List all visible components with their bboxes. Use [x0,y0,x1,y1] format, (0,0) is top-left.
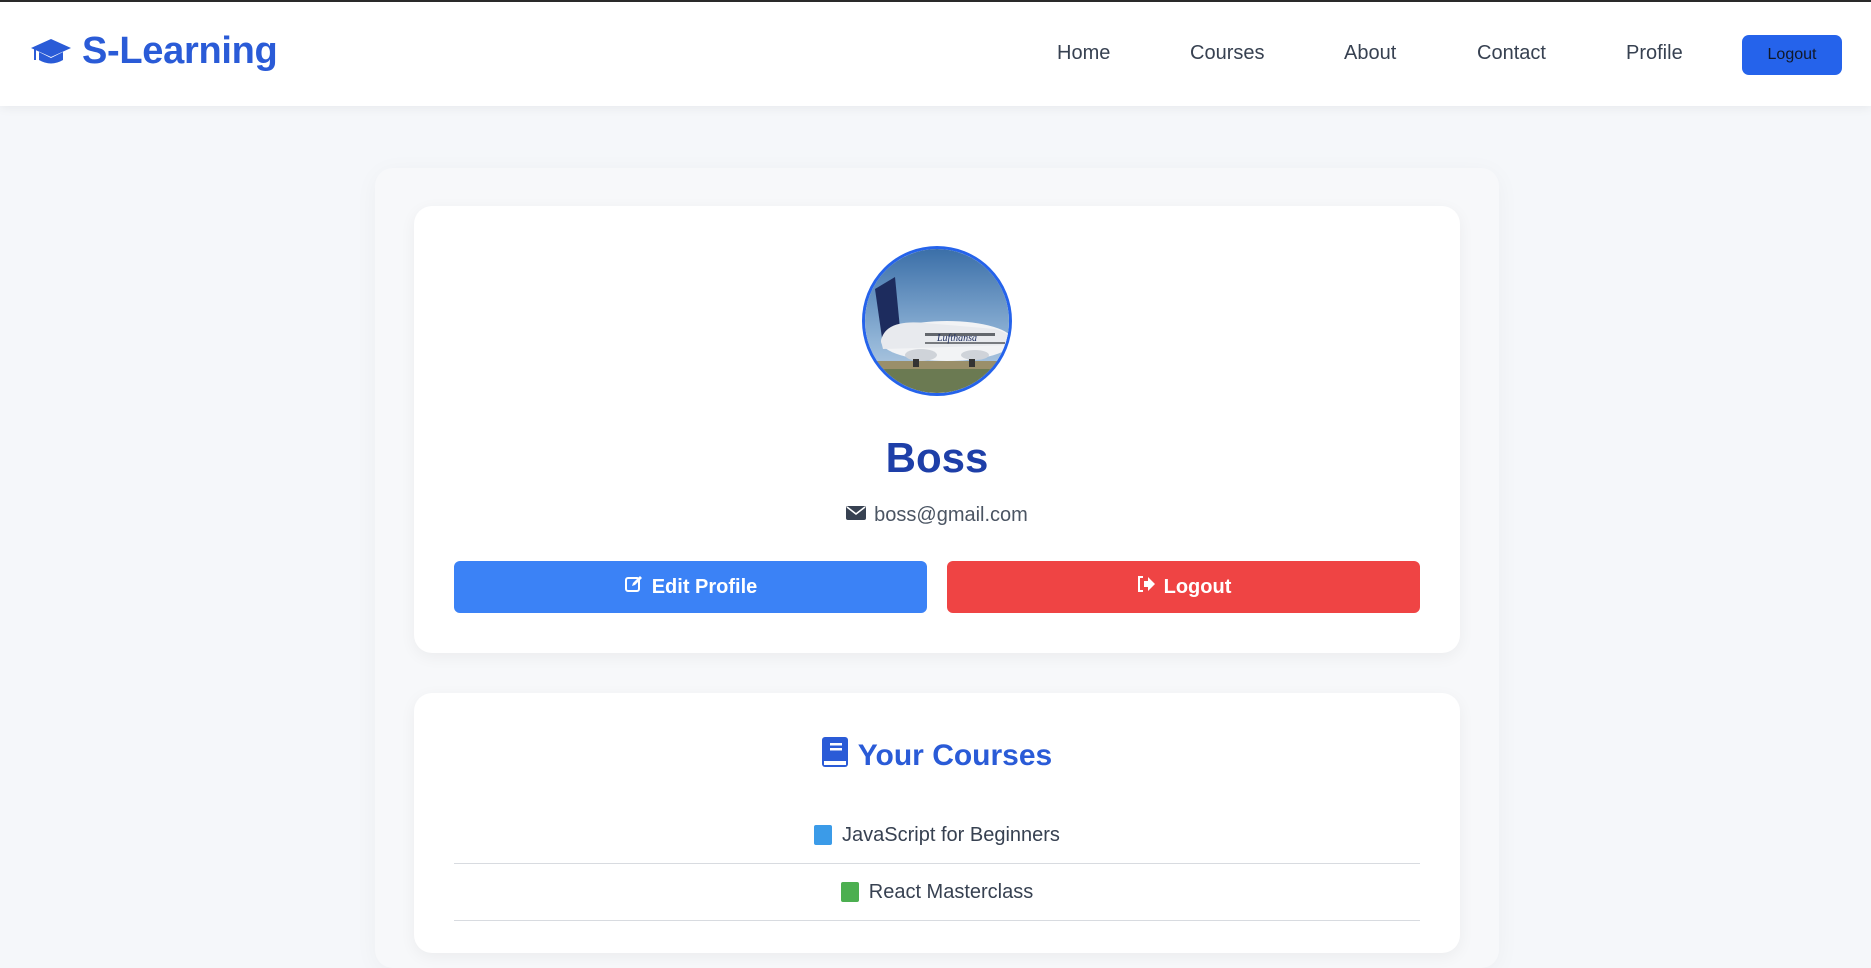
edit-icon [624,574,644,600]
courses-card: Your Courses JavaScript for Beginners Re… [414,693,1460,953]
avatar: Lufthansa [862,246,1012,396]
sign-out-icon [1136,575,1156,599]
courses-heading: Your Courses [414,737,1460,775]
nav-link-about[interactable]: About [1344,42,1396,65]
courses-title: Your Courses [857,739,1053,772]
nav-link-courses[interactable]: Courses [1190,42,1264,65]
green-book-icon [840,882,859,902]
nav-link-contact[interactable]: Contact [1477,42,1546,65]
book-icon [821,737,848,775]
graduation-cap-icon [30,34,72,70]
brand-logo[interactable]: S-Learning [30,30,278,73]
edit-profile-button[interactable]: Edit Profile [454,561,927,613]
course-item-label: JavaScript for Beginners [842,823,1060,846]
course-item[interactable]: JavaScript for Beginners [454,807,1420,864]
envelope-icon [846,504,867,527]
nav-link-home[interactable]: Home [1057,42,1110,65]
user-name: Boss [885,434,989,481]
course-list: JavaScript for Beginners React Mastercla… [454,807,1420,921]
user-email: boss@gmail.com [414,504,1460,527]
brand-name: S-Learning [82,30,278,72]
course-item[interactable]: React Masterclass [454,864,1420,921]
svg-text:Lufthansa: Lufthansa [936,333,977,344]
airplane-photo: Lufthansa [865,249,1009,393]
user-email-text: boss@gmail.com [874,504,1028,526]
nav-link-profile[interactable]: Profile [1626,42,1683,65]
nav-logout-button[interactable]: Logout [1742,35,1842,75]
logout-label: Logout [1163,575,1232,598]
edit-profile-label: Edit Profile [651,575,758,598]
logout-button[interactable]: Logout [947,561,1420,613]
course-item-label: React Masterclass [868,880,1034,903]
profile-card: Lufthansa Boss boss@gmail.com Edit Profi… [414,206,1460,653]
blue-book-icon [814,825,833,845]
top-navbar: S-Learning Home Courses About Contact Pr… [0,2,1871,106]
